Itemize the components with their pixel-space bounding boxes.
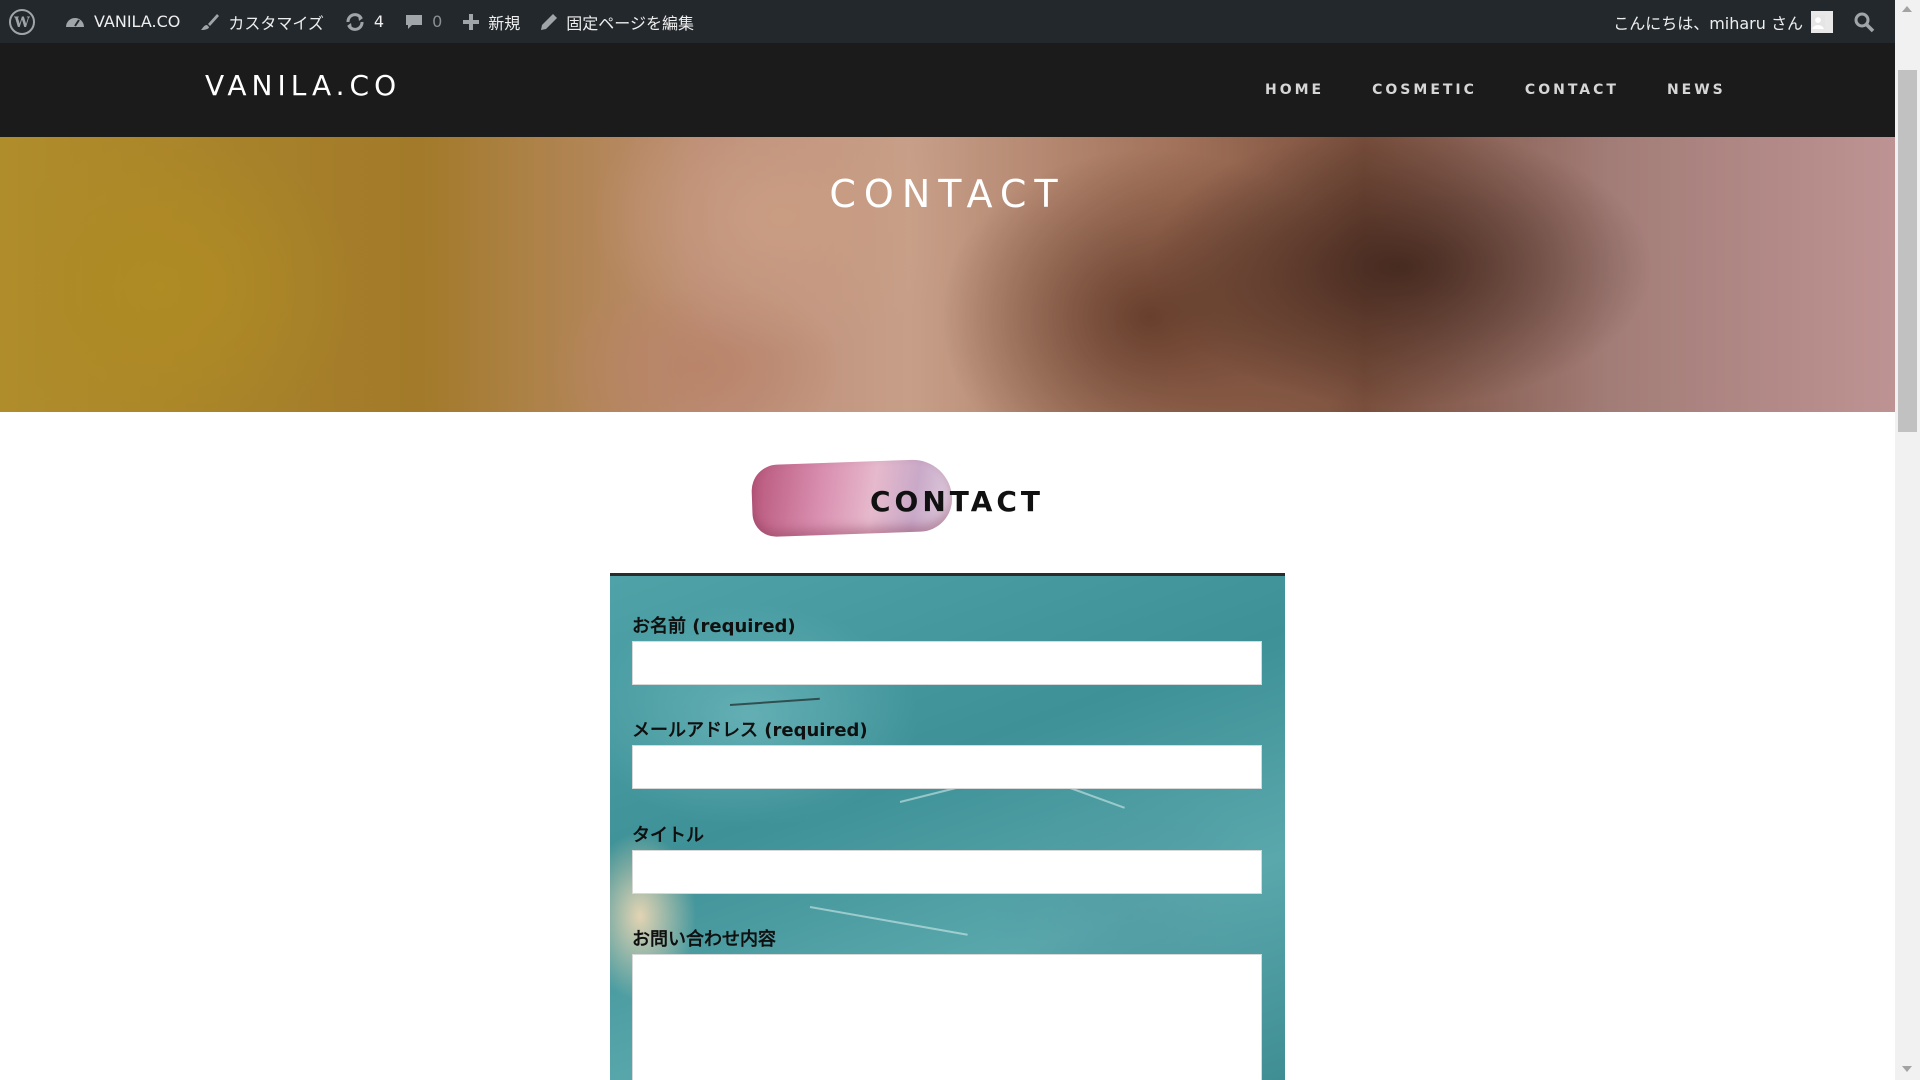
subject-label: タイトル <box>632 825 704 846</box>
site-title-link[interactable]: VANILA.CO <box>205 69 401 102</box>
message-textarea[interactable] <box>632 954 1262 1080</box>
nav-news[interactable]: NEWS <box>1667 82 1726 98</box>
edit-page-label: 固定ページを編集 <box>566 13 694 33</box>
search-button[interactable] <box>1843 0 1895 43</box>
main-nav: HOME COSMETIC CONTACT NEWS <box>1265 82 1774 98</box>
hero-banner: CONTACT <box>0 137 1895 412</box>
brush-icon <box>201 13 220 30</box>
admin-bar-right: こんにちは、miharu さん <box>1603 0 1895 43</box>
dashboard-icon <box>66 17 84 27</box>
pencil-icon <box>541 13 558 30</box>
user-avatar-icon <box>1811 10 1833 33</box>
subject-input[interactable] <box>632 850 1262 894</box>
my-account-menu[interactable]: こんにちは、miharu さん <box>1603 0 1843 43</box>
browser-viewport: W VANILA.CO カスタマイズ 4 0 新規 固定ページを編集 こんにちは… <box>0 0 1920 1080</box>
page-scrollbar[interactable] <box>1895 0 1920 1080</box>
svg-text:W: W <box>13 15 30 31</box>
message-label: お問い合わせ内容 <box>632 929 776 950</box>
email-label: メールアドレス (required) <box>632 720 868 741</box>
comments-link[interactable]: 0 <box>394 0 452 43</box>
new-label: 新規 <box>488 13 521 33</box>
scroll-up-arrow-icon[interactable] <box>1902 6 1912 12</box>
nav-home[interactable]: HOME <box>1265 82 1324 98</box>
comment-icon <box>406 14 423 29</box>
nav-cosmetic[interactable]: COSMETIC <box>1372 82 1477 98</box>
nav-contact[interactable]: CONTACT <box>1525 82 1619 98</box>
texture-line <box>809 906 968 936</box>
wordpress-icon: W <box>9 8 35 35</box>
site-name-menu[interactable]: VANILA.CO <box>54 0 190 43</box>
admin-bar-left: W VANILA.CO カスタマイズ 4 0 新規 固定ページを編集 <box>0 0 704 43</box>
texture-line <box>729 697 820 706</box>
customize-link[interactable]: カスタマイズ <box>190 0 334 43</box>
comments-count: 0 <box>432 12 443 31</box>
customize-label: カスタマイズ <box>228 13 324 33</box>
scroll-down-arrow-icon[interactable] <box>1902 1066 1912 1072</box>
name-input[interactable] <box>632 641 1262 685</box>
updates-count: 4 <box>373 12 385 31</box>
edit-page-link[interactable]: 固定ページを編集 <box>530 0 704 43</box>
greeting-label: こんにちは、miharu さん <box>1613 13 1803 33</box>
section-heading: CONTACT <box>750 458 1045 538</box>
name-label: お名前 (required) <box>632 616 796 637</box>
plus-icon <box>463 13 480 30</box>
search-icon <box>1854 12 1875 32</box>
updates-icon <box>346 12 364 31</box>
wp-logo-menu[interactable]: W <box>0 0 54 43</box>
hero-title: CONTACT <box>829 172 1066 216</box>
contact-form: お名前 (required) メールアドレス (required) タイトル お… <box>610 573 1285 1080</box>
updates-link[interactable]: 4 <box>334 0 394 43</box>
site-header: VANILA.CO HOME COSMETIC CONTACT NEWS <box>0 43 1895 137</box>
site-name-label: VANILA.CO <box>94 12 181 31</box>
section-title: CONTACT <box>870 485 1045 518</box>
wp-admin-bar: W VANILA.CO カスタマイズ 4 0 新規 固定ページを編集 こんにちは… <box>0 0 1895 43</box>
new-content-menu[interactable]: 新規 <box>452 0 530 43</box>
email-input[interactable] <box>632 745 1262 789</box>
scrollbar-thumb[interactable] <box>1898 70 1917 432</box>
